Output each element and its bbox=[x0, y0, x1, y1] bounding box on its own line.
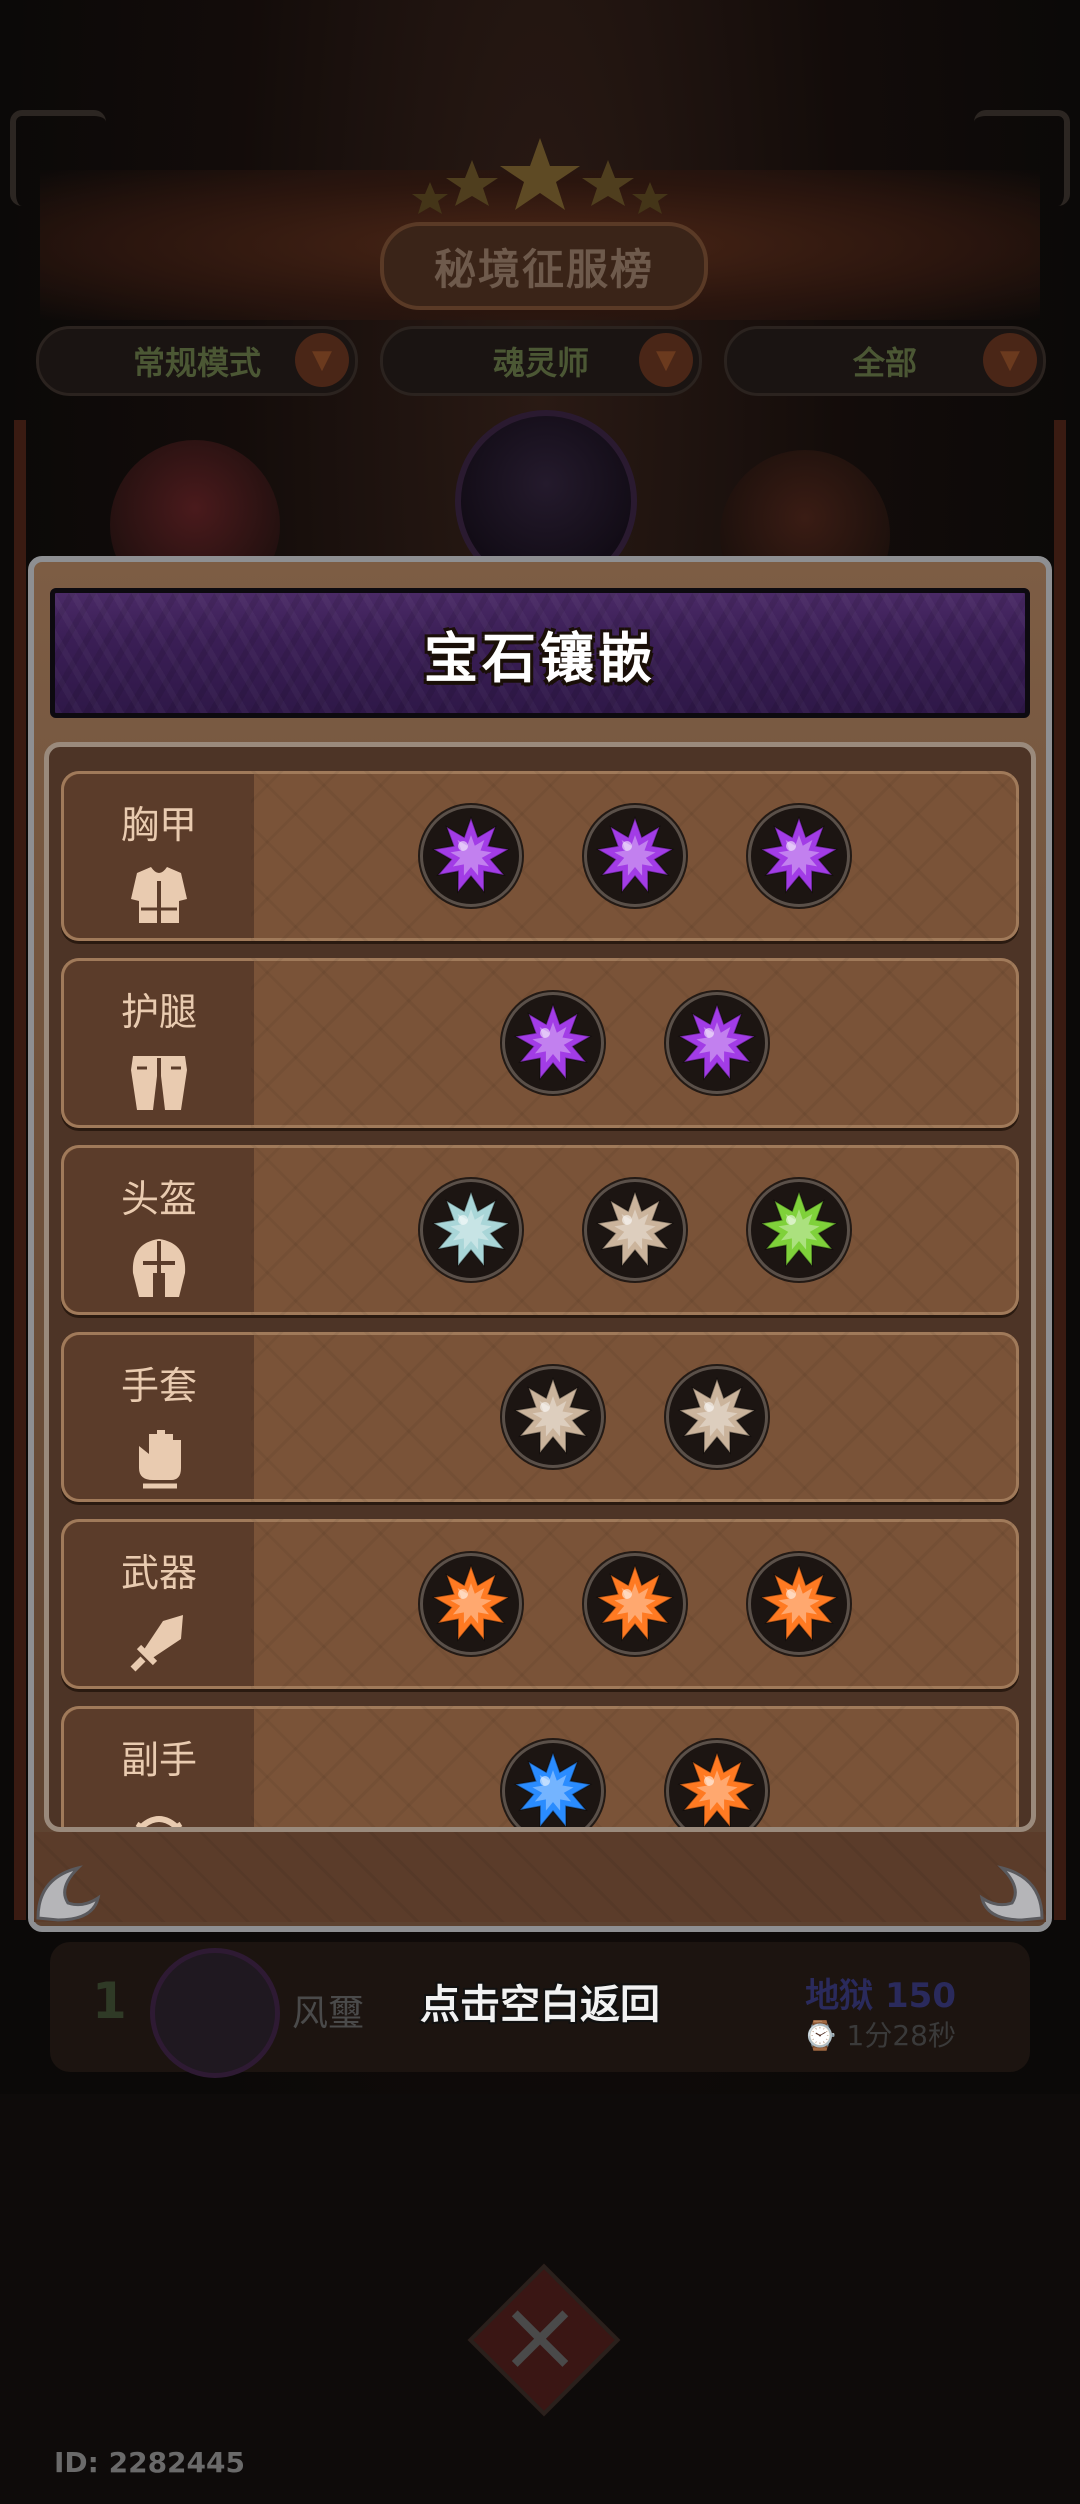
slot-label-box: 护腿 bbox=[64, 961, 254, 1125]
slot-label-box: 头盔 bbox=[64, 1148, 254, 1312]
corner-ornament-icon bbox=[36, 1865, 101, 1922]
slot-row[interactable]: 护腿 bbox=[61, 958, 1019, 1128]
slot-row[interactable]: 武器 bbox=[61, 1519, 1019, 1689]
gem-sockets bbox=[251, 1706, 1019, 1827]
filter-class-dropdown[interactable]: 魂灵师 ▼ bbox=[380, 326, 702, 396]
gem-sockets bbox=[251, 958, 1019, 1128]
dialog-title: 宝石镶嵌 bbox=[424, 626, 656, 690]
gem-purple-icon[interactable] bbox=[420, 805, 522, 907]
slot-label-box: 胸甲 bbox=[64, 774, 254, 938]
gem-purple-icon[interactable] bbox=[748, 805, 850, 907]
gem-orange-icon[interactable] bbox=[748, 1553, 850, 1655]
leg-armor-icon bbox=[131, 1056, 187, 1110]
tap-to-return-hint[interactable]: 点击空白返回 bbox=[0, 1972, 1080, 2030]
slot-row[interactable]: 副手 bbox=[61, 1706, 1019, 1827]
sword-icon bbox=[130, 1615, 183, 1672]
slot-row[interactable]: 手套 bbox=[61, 1332, 1019, 1502]
chevron-down-icon: ▼ bbox=[295, 333, 349, 387]
close-icon: × bbox=[498, 2277, 582, 2394]
offhand-bow-icon bbox=[135, 1816, 183, 1827]
gem-orange-icon[interactable] bbox=[666, 1740, 768, 1827]
slot-label-box: 手套 bbox=[64, 1335, 254, 1499]
filter-tabs: 常规模式 ▼ 魂灵师 ▼ 全部 ▼ bbox=[36, 326, 1046, 396]
dialog-header: 宝石镶嵌 bbox=[50, 588, 1030, 718]
filter-mode-label: 常规模式 bbox=[132, 344, 261, 382]
slot-name: 胸甲 bbox=[120, 803, 197, 847]
slot-row[interactable]: 头盔 bbox=[61, 1145, 1019, 1315]
gem-orange-icon[interactable] bbox=[420, 1553, 522, 1655]
filter-scope-label: 全部 bbox=[852, 344, 917, 382]
gem-blue-icon[interactable] bbox=[502, 1740, 604, 1827]
frame-side-bar bbox=[14, 420, 26, 1920]
gem-purple-icon[interactable] bbox=[502, 992, 604, 1094]
slot-name: 副手 bbox=[120, 1738, 197, 1782]
gem-inlay-dialog: 宝石镶嵌 胸甲护腿头盔手套武器副手 bbox=[28, 556, 1052, 1932]
gem-beige-icon[interactable] bbox=[502, 1366, 604, 1468]
frame-side-bar bbox=[1054, 420, 1066, 1920]
slot-row[interactable]: 胸甲 bbox=[61, 771, 1019, 941]
filter-scope-dropdown[interactable]: 全部 ▼ bbox=[724, 326, 1046, 396]
user-id-label: ID: 2282445 bbox=[54, 2446, 245, 2479]
helmet-icon bbox=[132, 1239, 186, 1297]
gem-cyan-icon[interactable] bbox=[420, 1179, 522, 1281]
glove-icon bbox=[139, 1430, 181, 1489]
slot-list[interactable]: 胸甲护腿头盔手套武器副手 bbox=[44, 742, 1036, 1832]
slot-name: 头盔 bbox=[120, 1177, 197, 1221]
filter-class-label: 魂灵师 bbox=[492, 344, 589, 382]
chevron-down-icon: ▼ bbox=[639, 333, 693, 387]
gem-sockets bbox=[251, 1519, 1019, 1689]
gem-purple-icon[interactable] bbox=[666, 992, 768, 1094]
slot-label-box: 武器 bbox=[64, 1522, 254, 1686]
gem-orange-icon[interactable] bbox=[584, 1553, 686, 1655]
star-rating-icon bbox=[412, 138, 668, 214]
filter-mode-dropdown[interactable]: 常规模式 ▼ bbox=[36, 326, 358, 396]
ranking-title: 秘境征服榜 bbox=[380, 222, 708, 310]
gem-green-icon[interactable] bbox=[748, 1179, 850, 1281]
dialog-footer bbox=[34, 1832, 1046, 1922]
gem-purple-icon[interactable] bbox=[584, 805, 686, 907]
corner-ornament-icon bbox=[979, 1865, 1044, 1922]
slot-rows: 胸甲护腿头盔手套武器副手 bbox=[61, 771, 1019, 1827]
gem-beige-icon[interactable] bbox=[584, 1179, 686, 1281]
gem-sockets bbox=[251, 1332, 1019, 1502]
slot-name: 武器 bbox=[120, 1551, 197, 1595]
chevron-down-icon: ▼ bbox=[983, 333, 1037, 387]
gem-beige-icon[interactable] bbox=[666, 1366, 768, 1468]
slot-name: 护腿 bbox=[120, 990, 197, 1034]
page[interactable]: 秘境征服榜 常规模式 ▼ 魂灵师 ▼ 全部 ▼ 1 风璽 地狱 150 ⌚ 1分… bbox=[0, 0, 1080, 2504]
gem-sockets bbox=[251, 1145, 1019, 1315]
slot-name: 手套 bbox=[120, 1364, 197, 1408]
chest-armor-icon bbox=[131, 867, 187, 923]
gem-sockets bbox=[251, 771, 1019, 941]
slot-label-box: 副手 bbox=[64, 1709, 254, 1827]
